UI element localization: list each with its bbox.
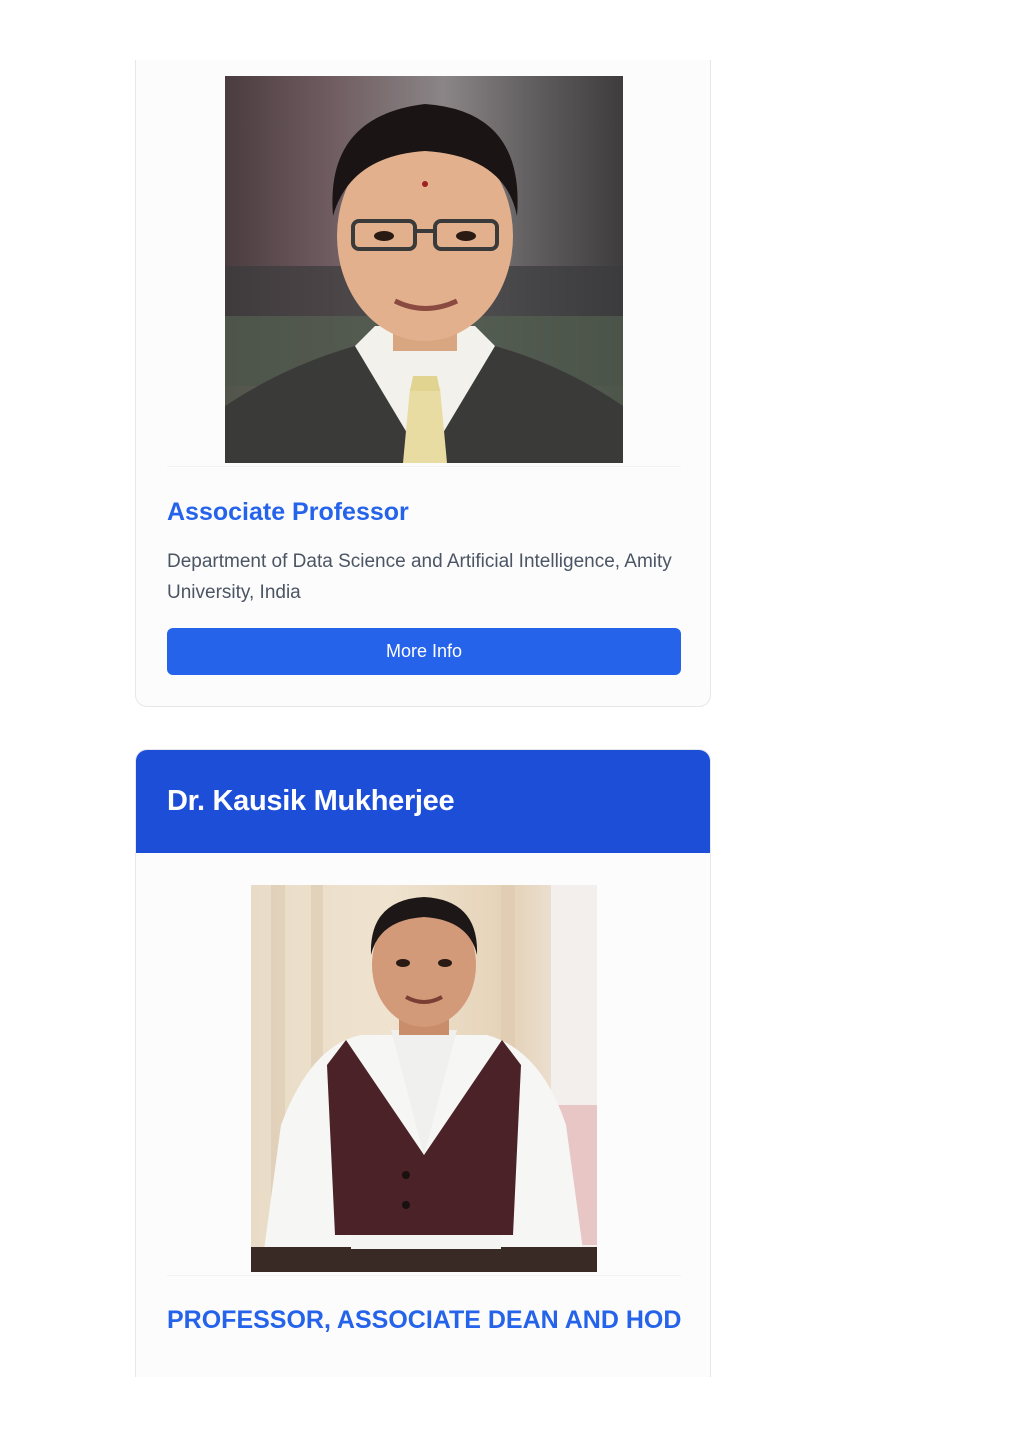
faculty-name: Dr. Kausik Mukherjee	[167, 785, 455, 817]
faculty-photo-frame	[167, 76, 681, 467]
faculty-card: Associate Professor Department of Data S…	[135, 60, 711, 707]
faculty-photo	[225, 76, 623, 463]
faculty-role: Associate Professor	[167, 498, 409, 526]
faculty-photo	[251, 885, 597, 1272]
faculty-role: PROFESSOR, ASSOCIATE DEAN AND HOD	[167, 1306, 682, 1334]
more-info-button[interactable]: More Info	[167, 628, 681, 675]
faculty-department: Department of Data Science and Artificia…	[167, 551, 672, 603]
faculty-card: Dr. Kausik Mukherjee PROFESSOR, ASSOCIAT…	[135, 749, 711, 1377]
faculty-photo-frame	[167, 885, 681, 1276]
faculty-card-header: Dr. Kausik Mukherjee	[136, 750, 710, 853]
